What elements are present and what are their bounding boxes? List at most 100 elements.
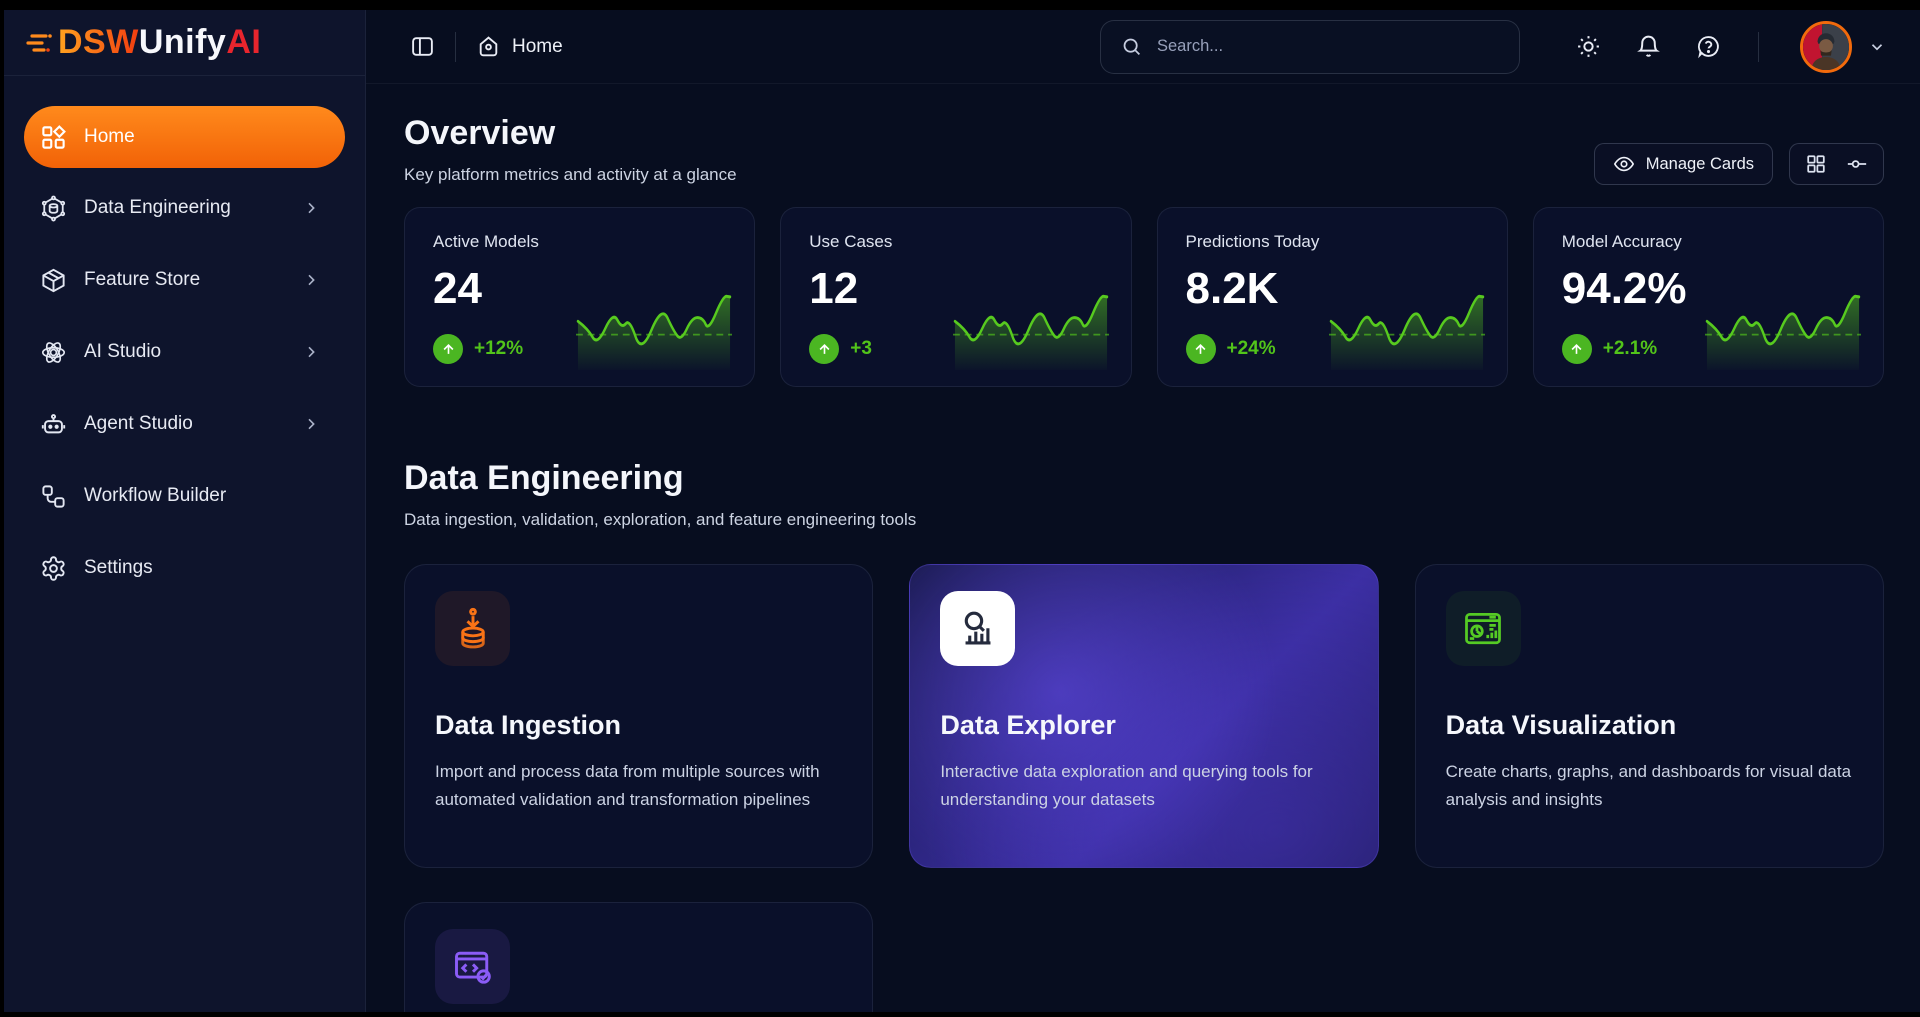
- card-data-ingestion[interactable]: Data Ingestion Import and process data f…: [404, 564, 873, 868]
- sidebar-item-label: Workflow Builder: [84, 485, 226, 507]
- sparkline-chart: [576, 292, 732, 370]
- manage-cards-button[interactable]: Manage Cards: [1594, 143, 1773, 185]
- metric-delta: +24%: [1186, 334, 1276, 364]
- code-check-icon: [451, 945, 495, 989]
- user-menu[interactable]: [1800, 21, 1886, 73]
- workflow-nodes-icon: [40, 483, 67, 510]
- sidebar-item-label: Agent Studio: [84, 413, 193, 435]
- search-icon: [1121, 36, 1142, 57]
- sidebar-item-agent-studio[interactable]: Agent Studio: [24, 400, 345, 448]
- chevron-right-icon: [303, 200, 319, 216]
- section-title: Data Engineering: [404, 459, 1884, 498]
- trend-up-icon: [809, 334, 839, 364]
- metric-label: Model Accuracy: [1562, 232, 1859, 252]
- overview-controls: Manage Cards: [1594, 143, 1884, 185]
- logo-speed-lines-icon: [26, 26, 52, 60]
- sidebar-nav: Home Data Engineering Feature St: [4, 76, 365, 592]
- sidebar-item-workflow-builder[interactable]: Workflow Builder: [24, 472, 345, 520]
- metric-card-model-accuracy[interactable]: Model Accuracy 94.2% +2.1%: [1533, 207, 1884, 387]
- avatar[interactable]: [1800, 21, 1852, 73]
- eye-icon: [1613, 153, 1635, 175]
- sidebar-item-ai-studio[interactable]: AI Studio: [24, 328, 345, 376]
- search-input[interactable]: [1157, 37, 1499, 56]
- atom-icon: [40, 339, 67, 366]
- page-title: Overview: [404, 114, 737, 153]
- metric-delta-value: +12%: [474, 338, 523, 360]
- package-icon: [40, 267, 67, 294]
- icon-tile: [1446, 591, 1521, 666]
- trend-up-icon: [433, 334, 463, 364]
- panel-left-toggle-icon[interactable]: [410, 34, 435, 59]
- sidebar-item-label: Feature Store: [84, 269, 200, 291]
- metric-card-active-models[interactable]: Active Models 24 +12%: [404, 207, 755, 387]
- topbar: Home: [366, 10, 1920, 84]
- data-network-icon: [40, 195, 67, 222]
- slider-view-icon[interactable]: [1846, 153, 1868, 175]
- sidebar-item-label: Home: [84, 126, 135, 148]
- logo-unify: Unify: [139, 23, 227, 61]
- card-title: Data Visualization: [1446, 710, 1853, 741]
- breadcrumb[interactable]: Home: [476, 34, 563, 59]
- metric-delta-value: +24%: [1227, 338, 1276, 360]
- card-description: Interactive data exploration and queryin…: [940, 758, 1347, 814]
- app-window: DSWUnifyAI Home: [4, 10, 1920, 1012]
- sparkline-chart: [1329, 292, 1485, 370]
- card-partial-bottom[interactable]: [404, 902, 873, 1012]
- chevron-right-icon: [303, 416, 319, 432]
- dashboard-chart-icon: [1461, 607, 1505, 651]
- help-icon[interactable]: [1696, 34, 1721, 59]
- metric-delta: +2.1%: [1562, 334, 1657, 364]
- metric-delta-value: +3: [850, 338, 872, 360]
- home-icon: [476, 34, 501, 59]
- sidebar-item-label: AI Studio: [84, 341, 161, 363]
- card-title: Data Ingestion: [435, 710, 842, 741]
- grid-view-icon[interactable]: [1805, 153, 1827, 175]
- section-subtitle: Data ingestion, validation, exploration,…: [404, 510, 1884, 530]
- icon-tile: [940, 591, 1015, 666]
- card-title: Data Explorer: [940, 710, 1347, 741]
- topbar-divider: [1758, 32, 1759, 62]
- topbar-actions: [1576, 21, 1886, 73]
- sidebar-item-label: Data Engineering: [84, 197, 231, 219]
- theme-sun-icon[interactable]: [1576, 34, 1601, 59]
- notifications-bell-icon[interactable]: [1636, 34, 1661, 59]
- logo: DSWUnifyAI: [4, 10, 365, 76]
- chevron-right-icon: [303, 272, 319, 288]
- breadcrumb-label: Home: [512, 36, 563, 58]
- logo-dsw: DSW: [58, 23, 139, 61]
- sidebar-item-data-engineering[interactable]: Data Engineering: [24, 184, 345, 232]
- icon-tile: [435, 929, 510, 1004]
- chevron-down-icon[interactable]: [1868, 38, 1886, 56]
- sparkline-chart: [1705, 292, 1861, 370]
- metric-card-predictions-today[interactable]: Predictions Today 8.2K +24%: [1157, 207, 1508, 387]
- database-import-icon: [451, 607, 495, 651]
- chevron-right-icon: [303, 344, 319, 360]
- card-data-visualization[interactable]: Data Visualization Create charts, graphs…: [1415, 564, 1884, 868]
- sidebar-item-feature-store[interactable]: Feature Store: [24, 256, 345, 304]
- logo-text: DSWUnifyAI: [58, 23, 261, 62]
- icon-tile: [435, 591, 510, 666]
- sidebar: DSWUnifyAI Home: [4, 10, 366, 1012]
- sidebar-item-home[interactable]: Home: [24, 106, 345, 168]
- search-bar[interactable]: [1100, 20, 1520, 74]
- metric-delta: +3: [809, 334, 872, 364]
- metric-label: Use Cases: [809, 232, 1106, 252]
- card-description: Create charts, graphs, and dashboards fo…: [1446, 758, 1853, 814]
- page-content: Overview Key platform metrics and activi…: [366, 84, 1920, 1012]
- metric-delta-value: +2.1%: [1603, 338, 1657, 360]
- sparkline-chart: [953, 292, 1109, 370]
- trend-up-icon: [1562, 334, 1592, 364]
- page-subtitle: Key platform metrics and activity at a g…: [404, 165, 737, 185]
- topbar-divider: [455, 32, 456, 62]
- card-description: Import and process data from multiple so…: [435, 758, 842, 814]
- dashboard-grid-icon: [40, 124, 67, 151]
- sidebar-item-label: Settings: [84, 557, 153, 579]
- gear-icon: [40, 555, 67, 582]
- metric-label: Active Models: [433, 232, 730, 252]
- sidebar-item-settings[interactable]: Settings: [24, 544, 345, 592]
- manage-cards-label: Manage Cards: [1646, 155, 1754, 174]
- feature-cards: Data Ingestion Import and process data f…: [404, 564, 1884, 868]
- view-toggle: [1789, 143, 1884, 185]
- metric-card-use-cases[interactable]: Use Cases 12 +3: [780, 207, 1131, 387]
- card-data-explorer[interactable]: Data Explorer Interactive data explorati…: [909, 564, 1378, 868]
